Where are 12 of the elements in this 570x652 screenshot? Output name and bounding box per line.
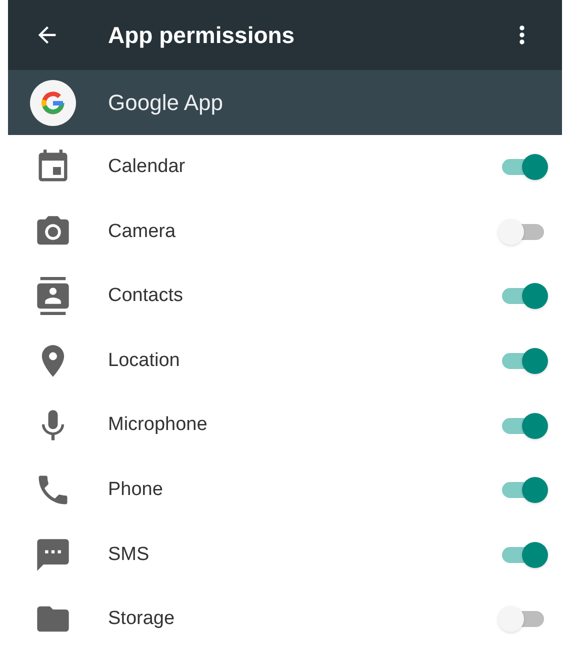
contact-card-icon	[34, 277, 72, 316]
toolbar-title: App permissions	[108, 20, 296, 50]
permission-label: SMS	[108, 542, 150, 567]
app-name: Google App	[108, 89, 223, 117]
permission-label: Calendar	[108, 155, 186, 180]
permission-label: Camera	[108, 220, 177, 244]
permission-label: Storage	[108, 607, 176, 632]
app-logo-icon	[30, 80, 76, 126]
permission-label: Microphone	[108, 413, 208, 438]
permission-label: Location	[108, 348, 181, 373]
permission-label: Phone	[108, 478, 164, 502]
permission-label: Contacts	[108, 284, 184, 308]
